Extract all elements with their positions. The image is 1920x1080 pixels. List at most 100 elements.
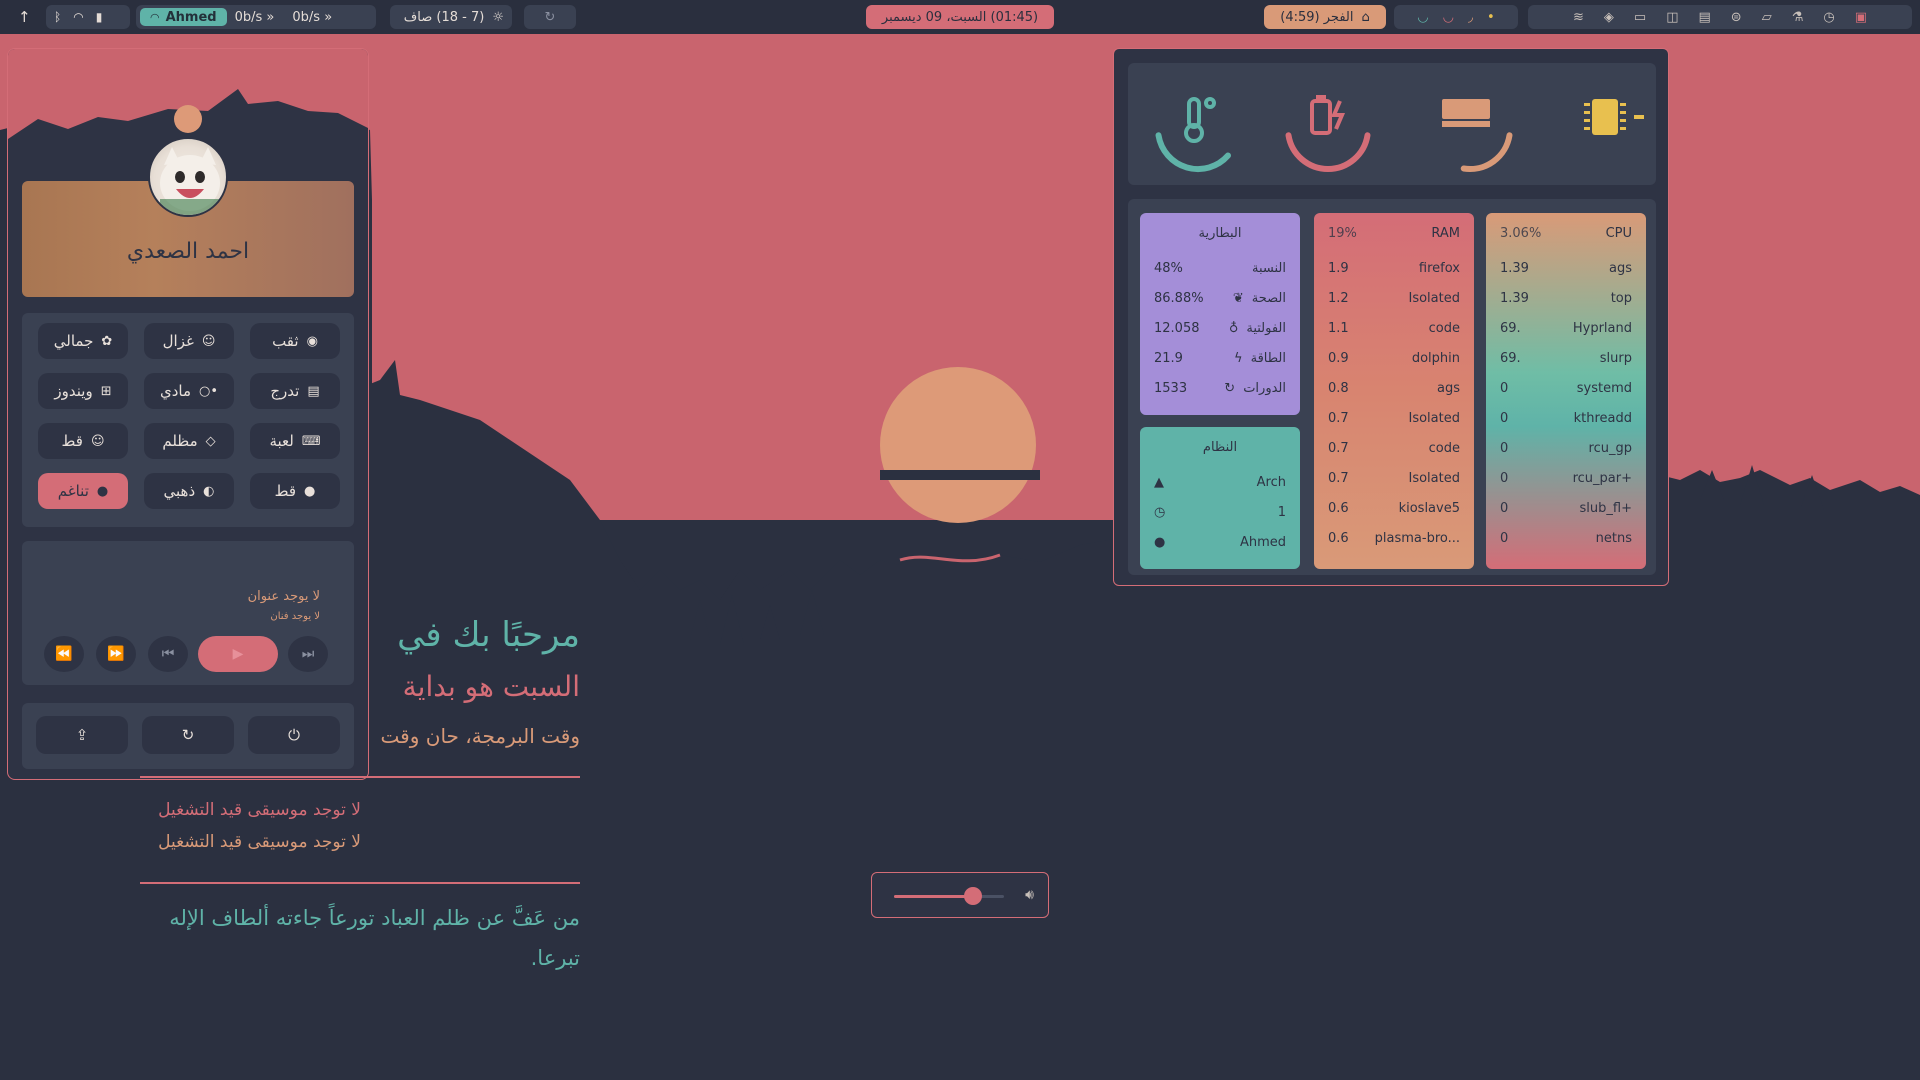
shutdown-button[interactable]: ⏻ <box>248 716 340 754</box>
theme-button[interactable]: •○ مادي <box>144 373 234 409</box>
mosque-icon: ⌂ <box>1361 9 1370 25</box>
next-button[interactable]: ⏭ <box>288 636 328 672</box>
system-header-label: النظام <box>1202 439 1238 455</box>
battery-gauge <box>1285 95 1371 172</box>
reboot-button[interactable]: ↻ <box>142 716 234 754</box>
network-pill: ◠ Ahmed 0b/s » 0b/s » <box>136 5 376 29</box>
theme-button-label: ذهبي <box>163 482 196 500</box>
system-row-value: Arch <box>1256 474 1286 490</box>
app-launcher-pill: ≋ ◈ ▭ ◫ ▤ ⊜ ▱ ⚗ ◷ ▣ <box>1528 5 1912 29</box>
app-icon[interactable]: ◈ <box>1604 10 1614 25</box>
ram-mini-gauge-icon: ◞ <box>1467 9 1474 25</box>
system-row-icon: ◷ <box>1154 504 1166 520</box>
rewind-button[interactable]: ⏪ <box>44 636 84 672</box>
ram-row-value: 1.1 <box>1328 320 1349 336</box>
prayer-pill[interactable]: ⌂ الفجر (4:59) <box>1264 5 1386 29</box>
speaker-icon[interactable]: 🔊︎ <box>1025 887 1034 903</box>
battery-row: 86.88% الصحة ❦ <box>1140 283 1300 313</box>
volume-slider[interactable] <box>894 895 1004 898</box>
ram-header: 19% RAM <box>1314 213 1474 253</box>
cpu-mini-gauge-icon: • <box>1487 9 1495 25</box>
theme-button[interactable]: ◇ مظلم <box>144 423 234 459</box>
volume-slider-handle[interactable] <box>964 887 983 905</box>
theme-button[interactable]: ◉ ثقب <box>250 323 340 359</box>
battery-icon[interactable]: ▮ <box>96 10 103 24</box>
ram-row-name: dolphin <box>1411 350 1460 366</box>
ram-row-name: code <box>1428 440 1460 456</box>
theme-button[interactable]: ⊞ ويندوز <box>38 373 128 409</box>
wifi-icon: ◠ <box>150 10 160 24</box>
previous-button[interactable]: ⏮ <box>148 636 188 672</box>
gauges-row <box>1128 63 1656 185</box>
music-status-2: لا توجد موسيقى قيد التشغيل <box>158 832 361 852</box>
cpu-row-name: top <box>1610 290 1632 306</box>
battery-row-icon: ❦ <box>1232 290 1244 306</box>
battery-mini-gauge-icon: ◡ <box>1442 9 1454 25</box>
clock-icon[interactable]: ◷ <box>1823 10 1834 25</box>
bluetooth-icon[interactable]: ᛒ <box>54 10 61 24</box>
battery-row: 21.9 الطاقة ϟ <box>1140 343 1300 373</box>
theme-button[interactable]: ☺ قط <box>38 423 128 459</box>
terminal-icon[interactable]: ▣ <box>1855 10 1867 25</box>
weather-pill[interactable]: ☼ (7 - 18) صاف <box>390 5 512 29</box>
keyboard-icon[interactable]: ▭ <box>1634 10 1646 25</box>
ram-row-value: 0.6 <box>1328 500 1349 516</box>
flask-icon[interactable]: ⚗ <box>1792 10 1804 25</box>
windows-icon: ⊞ <box>100 383 112 399</box>
wifi-icon[interactable]: ◠ <box>73 10 83 24</box>
toggle-icon: •○ <box>199 383 219 399</box>
ram-usage-value: 19% <box>1328 225 1357 241</box>
theme-button[interactable]: ◐ ذهبي <box>144 473 234 509</box>
fast-forward-button[interactable]: ⏩ <box>96 636 136 672</box>
avatar[interactable] <box>148 137 228 217</box>
theme-button-label: تدرج <box>270 382 300 400</box>
folder-icon[interactable]: ▱ <box>1762 10 1772 25</box>
theme-button[interactable]: ☺ غزال <box>144 323 234 359</box>
battery-row: 12.058 الفولتية ♁ <box>1140 313 1300 343</box>
theme-button[interactable]: ● قط <box>250 473 340 509</box>
cpu-row-name: netns <box>1595 530 1632 546</box>
top-bar: ↑ ᛒ ◠ ▮ ◠ Ahmed 0b/s » 0b/s » ☼ (7 - 18)… <box>0 0 1920 34</box>
theme-button-label: مظلم <box>162 432 198 450</box>
cpu-row-name: ags <box>1609 260 1632 276</box>
cpu-header: 3.06% CPU <box>1486 213 1646 253</box>
circle-icon: ● <box>304 483 316 499</box>
ram-row-name: Isolated <box>1408 410 1461 426</box>
workspace-user-badge[interactable]: ◠ Ahmed <box>140 8 227 26</box>
cpu-row-name: Hyprland <box>1572 320 1632 336</box>
camera-icon[interactable]: ◫ <box>1666 10 1678 25</box>
theme-button-label: جمالي <box>53 332 94 350</box>
notification-pill[interactable]: ↻ <box>524 5 576 29</box>
cpu-row: 69. Hyprland <box>1486 313 1646 343</box>
fast-forward-icon: ⏩ <box>107 646 125 662</box>
play-button[interactable]: ▶ <box>198 636 278 672</box>
prayer-text: الفجر (4:59) <box>1280 9 1354 25</box>
cpu-row-value: 69. <box>1500 350 1521 366</box>
arrow-up-icon[interactable]: ↑ <box>18 8 31 26</box>
theme-buttons-grid: ◉ ثقب ☺ غزال ✿ جمالي ▤ تدرج •○ مادي ⊞ ويندوز ⌨ لعبة ◇ م… <box>22 313 354 527</box>
chat-icon[interactable]: ▤ <box>1699 10 1711 25</box>
divider <box>140 882 580 884</box>
database-icon[interactable]: ⊜ <box>1731 10 1742 25</box>
layers-icon[interactable]: ≋ <box>1573 10 1584 25</box>
theme-button-label: قط <box>61 432 83 450</box>
power-controls: ⇪ ↻ ⏻ <box>22 703 354 769</box>
ram-row-value: 0.7 <box>1328 410 1349 426</box>
ram-row: 0.7 code <box>1314 433 1474 463</box>
theme-button[interactable]: ✿ جمالي <box>38 323 128 359</box>
ram-row: 0.6 plasma-bro... <box>1314 523 1474 553</box>
profile-name: احمد الصعدي <box>126 239 250 264</box>
refresh-icon: ↻ <box>544 9 556 25</box>
clock-pill[interactable]: (01:45) السبت، 09 ديسمبر <box>866 5 1054 29</box>
logout-button[interactable]: ⇪ <box>36 716 128 754</box>
sun <box>880 367 1036 523</box>
temp-mini-gauge-icon: ◡ <box>1417 9 1429 25</box>
theme-button[interactable]: ● تناغم <box>38 473 128 509</box>
system-row-value: 1 <box>1277 504 1286 520</box>
music-status-1: لا توجد موسيقى قيد التشغيل <box>158 800 361 820</box>
theme-button[interactable]: ▤ تدرج <box>250 373 340 409</box>
theme-button[interactable]: ⌨ لعبة <box>250 423 340 459</box>
cpu-row-name: slub_fl+ <box>1579 500 1632 516</box>
cpu-row-name: kthreadd <box>1573 410 1632 426</box>
volume-osd: 🔊︎ <box>871 872 1049 918</box>
